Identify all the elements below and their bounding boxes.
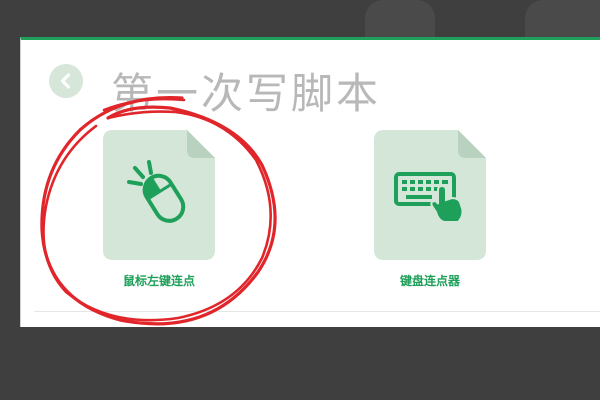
divider: [34, 311, 600, 312]
keyboard-press-icon: [394, 172, 464, 223]
page-title: 第一次写脚本: [111, 69, 382, 118]
background-shape: [525, 0, 600, 37]
mouse-click-icon: [127, 160, 186, 223]
chevron-left-icon: [60, 73, 71, 89]
background-shape: [365, 0, 435, 37]
back-button[interactable]: [49, 64, 83, 98]
option-label: 键盘连点器: [399, 274, 460, 288]
option-label: 鼠标左键连点: [122, 274, 195, 288]
script-type-dialog: 第一次写脚本 鼠标左键连点 键盘连点器: [20, 37, 600, 327]
